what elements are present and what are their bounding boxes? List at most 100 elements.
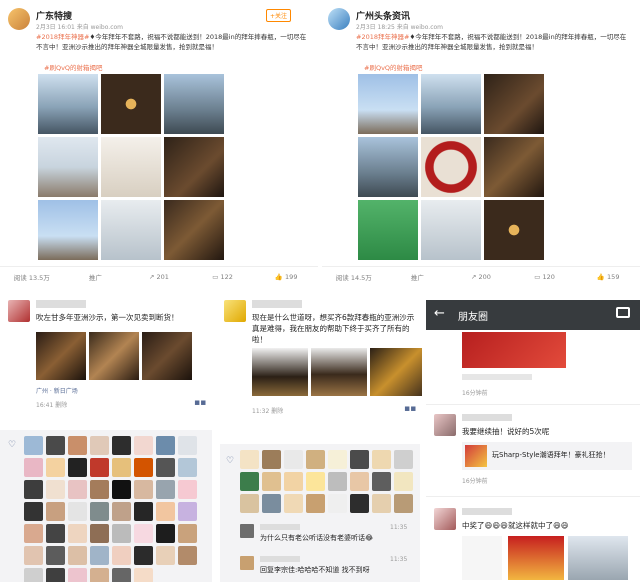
liker-avatar[interactable] [46,436,65,455]
liker-avatar[interactable] [240,450,259,469]
liker-avatar[interactable] [90,524,109,543]
liker-avatar[interactable] [90,502,109,521]
photo[interactable] [421,200,481,260]
like-button[interactable]: 👍 199 [254,273,318,281]
liker-avatar[interactable] [90,568,109,582]
liker-avatar[interactable] [240,494,259,513]
shared-link-card[interactable]: 玩Sharp-Style潮语拜年！豪礼狂抢！ [462,442,632,470]
back-arrow-icon[interactable]: ← [434,306,445,321]
liker-avatar[interactable] [328,450,347,469]
photo[interactable] [164,74,224,134]
liker-avatar[interactable] [178,502,197,521]
comment-button[interactable]: ▭ 122 [191,273,255,281]
liker-avatar[interactable] [134,480,153,499]
liker-avatar[interactable] [372,494,391,513]
liker-avatar[interactable] [24,458,43,477]
liker-avatar[interactable] [134,524,153,543]
liker-avatar[interactable] [394,450,413,469]
liker-avatar[interactable] [328,494,347,513]
liker-avatar[interactable] [90,458,109,477]
liker-avatar[interactable] [68,480,87,499]
liker-avatar[interactable] [112,480,131,499]
photo[interactable] [370,348,422,396]
liker-avatar[interactable] [306,450,325,469]
follow-button[interactable]: +关注 [266,9,292,22]
liker-avatar[interactable] [178,480,197,499]
liker-avatar[interactable] [328,472,347,491]
photo[interactable] [568,536,628,580]
liker-avatar[interactable] [284,472,303,491]
photo[interactable] [484,74,544,134]
liker-avatar[interactable] [178,524,197,543]
photo[interactable] [252,348,308,396]
avatar[interactable] [224,300,246,322]
liker-avatar[interactable] [46,502,65,521]
photo[interactable] [164,200,224,260]
liker-avatar[interactable] [112,546,131,565]
photo[interactable] [89,332,139,380]
liker-avatar[interactable] [262,450,281,469]
liker-avatar[interactable] [90,546,109,565]
commenter-avatar[interactable] [240,556,254,570]
liker-avatar[interactable] [350,472,369,491]
screenshot-thumbnail[interactable] [462,536,502,580]
liker-avatar[interactable] [156,480,175,499]
photo[interactable] [421,74,481,134]
liker-avatar[interactable] [90,480,109,499]
liker-avatar[interactable] [134,436,153,455]
liker-avatar[interactable] [156,458,175,477]
liker-avatar[interactable] [46,458,65,477]
photo[interactable] [484,200,544,260]
repost-button[interactable]: ↗ 200 [449,273,513,281]
liker-avatar[interactable] [24,436,43,455]
photo[interactable] [101,74,161,134]
liker-avatar[interactable] [156,502,175,521]
liker-avatar[interactable] [178,436,197,455]
liker-avatar[interactable] [394,472,413,491]
avatar[interactable] [8,300,30,322]
photo[interactable] [101,200,161,260]
liker-avatar[interactable] [372,472,391,491]
liker-avatar[interactable] [90,436,109,455]
liker-avatar[interactable] [262,494,281,513]
liker-avatar[interactable] [284,494,303,513]
photo[interactable] [358,74,418,134]
photo[interactable] [38,137,98,197]
moment-location[interactable]: 广州 · 新日广场 [36,386,78,395]
liker-avatar[interactable] [46,546,65,565]
post-username[interactable]: 广东特搜 [36,9,72,22]
liker-avatar[interactable] [262,472,281,491]
photo[interactable] [164,137,224,197]
liker-avatar[interactable] [350,494,369,513]
liker-avatar[interactable] [156,436,175,455]
photo[interactable] [484,137,544,197]
liker-avatar[interactable] [350,450,369,469]
liker-avatar[interactable] [306,494,325,513]
camera-icon[interactable] [616,307,630,318]
photo[interactable] [38,200,98,260]
liker-avatar[interactable] [178,546,197,565]
liker-avatar[interactable] [68,546,87,565]
liker-avatar[interactable] [284,450,303,469]
promote-link[interactable]: 推广 [386,272,450,282]
comment-button[interactable]: ▭ 120 [513,273,577,281]
liker-avatar[interactable] [112,458,131,477]
photo[interactable] [311,348,367,396]
topic-link[interactable]: #刷QvQ的射箱揭吧 [364,62,423,72]
liker-avatar[interactable] [112,568,131,582]
liker-avatar[interactable] [24,524,43,543]
repost-button[interactable]: ↗ 201 [127,273,191,281]
liker-avatar[interactable] [46,524,65,543]
liker-avatar[interactable] [306,472,325,491]
photo[interactable] [142,332,192,380]
liker-avatar[interactable] [24,502,43,521]
liker-avatar[interactable] [24,480,43,499]
photo[interactable] [508,536,564,580]
liker-avatar[interactable] [134,458,153,477]
liker-avatar[interactable] [372,450,391,469]
commenter-avatar[interactable] [240,524,254,538]
avatar[interactable] [328,8,350,30]
liker-avatar[interactable] [394,494,413,513]
photo[interactable] [421,137,481,197]
promote-link[interactable]: 推广 [64,272,128,282]
